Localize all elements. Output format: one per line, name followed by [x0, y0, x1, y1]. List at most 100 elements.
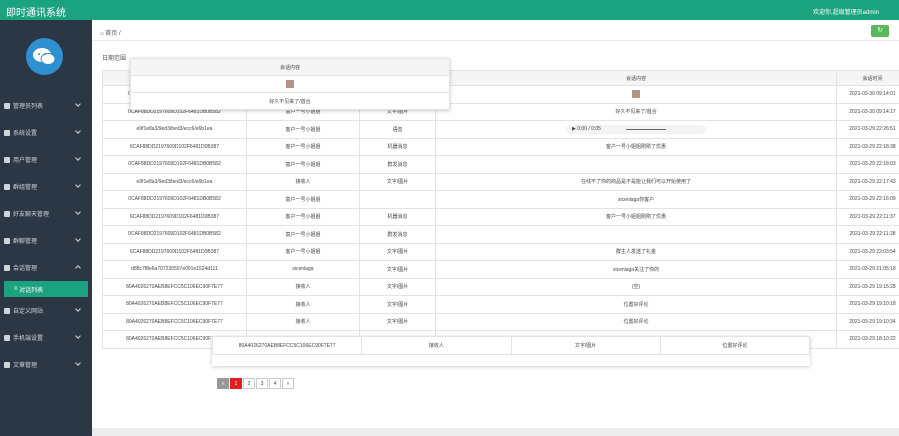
- user-welcome[interactable]: 欢迎你,超级管理员admin: [813, 7, 879, 16]
- table-row: 0CAF88DD2197609D102F6481DB0B582 富户一号小姐姐 群发…: [102, 155, 899, 174]
- table-cell: 文字/图片: [358, 242, 437, 261]
- table-row: 6CAF88DD2197609D102F6481D0B387 客户一号小姐姐 文字/…: [102, 242, 899, 261]
- page-button-1[interactable]: 1: [230, 378, 242, 389]
- table-cell: [435, 225, 837, 244]
- table-cell: 接收人: [245, 295, 361, 314]
- sidebar-item-7[interactable]: 自定义网站: [0, 297, 92, 324]
- table-row: 0CAF88DD2197609D102F6481DB0B582 富户一号小姐姐 si…: [102, 190, 899, 209]
- menu-icon: [4, 156, 10, 163]
- sidebar-item-label: 会话管理: [13, 266, 38, 272]
- table-cell: ▶ 0:00 / 0:05: [435, 120, 837, 139]
- sidebar-item-label: 管理员列表: [13, 104, 44, 110]
- chevron-down-icon: [75, 236, 81, 242]
- menu-icon: [4, 183, 10, 190]
- sidebar-item-0[interactable]: 管理员列表: [0, 92, 92, 119]
- table-cell: 2021-03-29 21:05:18: [836, 260, 899, 279]
- table-cell: (空): [435, 277, 837, 296]
- table-cell: 客户一号小姐姐刚刚了优惠: [435, 207, 837, 226]
- sidebar-item-3[interactable]: 群组管理: [0, 173, 92, 200]
- table-row: 0CAF88DD2197609D102F6481DB0B582 富户一号小姐姐 群发…: [102, 225, 899, 244]
- table-cell: 2021-03-29 22:17:43: [836, 172, 899, 191]
- sidebar-item-2[interactable]: 用户管理: [0, 146, 92, 173]
- image-thumbnail[interactable]: [632, 90, 641, 99]
- sidebar-subitem-active[interactable]: ≡ 对话列表: [4, 281, 88, 297]
- chevron-down-icon: [75, 101, 81, 107]
- popup-cell: 位置好评论: [659, 336, 810, 355]
- table-cell: 2021-03-29 19:15:28: [836, 277, 899, 296]
- table-cell: 2021-03-29 22:26:51: [836, 120, 899, 139]
- home-icon[interactable]: ⌂: [100, 31, 104, 37]
- row-popup: 80A4026270AEB8EFCC5C106EC90F7E77 接收人 文字/图片…: [212, 336, 810, 366]
- table-cell: 0CAF88DD2197609D102F6481DB0B582: [102, 225, 247, 244]
- chevron-down-icon: [75, 265, 81, 271]
- page-prev-button[interactable]: «: [217, 378, 229, 389]
- breadcrumb-home[interactable]: 首页: [105, 31, 117, 37]
- footer-strip: [92, 428, 899, 436]
- table-cell: 6CAF88DD2197609D102F6481D0B387: [102, 137, 247, 156]
- page-button-4[interactable]: 4: [269, 378, 281, 389]
- menu-icon: [4, 361, 10, 368]
- page-button-2[interactable]: 2: [243, 378, 255, 389]
- table-cell: 2021-03-29 22:03:54: [836, 242, 899, 261]
- top-bar: 即时通讯系统 欢迎你,超级管理员admin: [0, 0, 899, 20]
- table-cell: [358, 190, 437, 209]
- table-row: e9f1e8a3/9ed3/bed3/ecc6/e6b1ea 客户一号小姐姐 语音 ▶…: [102, 120, 899, 139]
- table-cell: 2021-03-29 18:10:22: [836, 330, 899, 349]
- table-cell: [435, 155, 837, 174]
- sidebar-subitem-label: 对话列表: [19, 287, 44, 294]
- refresh-icon: ↻: [877, 27, 883, 34]
- table-row: 80A4026270AEB8EFCC5C106EC90F7E77 接收人 文字/图片…: [102, 295, 899, 314]
- table-cell: 文字/图片: [358, 295, 437, 314]
- sidebar-item-8[interactable]: 手机端设置: [0, 324, 92, 351]
- sidebar-item-label: 文章管理: [13, 363, 38, 369]
- table-cell: 机器消息: [358, 207, 437, 226]
- breadcrumb-sep: /: [118, 31, 121, 37]
- table-cell: 在线不了你的商品是不是能让我们可以开始使用了: [435, 172, 837, 191]
- table-cell: 机器消息: [358, 137, 437, 156]
- table-cell: 6CAF88DD2197609D102F6481D0B387: [102, 207, 247, 226]
- sidebar-item-9[interactable]: 文章管理: [0, 351, 92, 378]
- table-cell: 群发消息: [358, 155, 437, 174]
- sidebar-item-6[interactable]: 会话管理: [0, 254, 92, 281]
- popup-cell: 80A4026270AEB8EFCC5C106EC90F7E77: [212, 336, 363, 355]
- sidebar-menu: 管理员列表系统设置用户管理群组管理好友聊天管理群聊管理会话管理 ≡ 对话列表 自定义…: [0, 92, 92, 378]
- table-cell: 客户一号小姐姐: [245, 120, 361, 139]
- refresh-button[interactable]: ↻: [871, 25, 889, 37]
- table-cell: sicenlaga关注了你的: [435, 260, 837, 279]
- table-cell: e9f1e8a3/9ed3/bed3/ecc6/e6b1ea: [102, 172, 247, 191]
- audio-player[interactable]: ▶ 0:00 / 0:05: [566, 124, 707, 134]
- page-button-3[interactable]: 3: [256, 378, 268, 389]
- menu-icon: [4, 237, 10, 244]
- popup-cell: 文字/图片: [510, 336, 661, 355]
- chat-logo-icon: [26, 38, 63, 75]
- sidebar-item-label: 好友聊天管理: [13, 212, 50, 218]
- column-header: 会话时间: [836, 70, 899, 86]
- chevron-down-icon: [75, 306, 81, 312]
- table-cell: 位置好评论: [435, 312, 837, 331]
- sidebar-item-label: 系统设置: [13, 131, 38, 137]
- table-cell: 富户一号小姐姐: [245, 155, 361, 174]
- table-cell: 客户一号小姐姐: [245, 242, 361, 261]
- audio-progress[interactable]: [626, 128, 667, 130]
- table-row: 80A4026270AEB8EFCC5C106EC90F7E77 接收人 文字/图片…: [102, 312, 899, 331]
- pagination: «1 2 3 4»: [217, 378, 295, 389]
- table-cell: 80A4026270AEB8EFCC5C106EC90F7E77: [102, 295, 247, 314]
- image-thumbnail[interactable]: [286, 80, 294, 88]
- sidebar-item-5[interactable]: 群聊管理: [0, 227, 92, 254]
- table-cell: 文字/图片: [358, 260, 437, 279]
- table-cell: 富户一号小姐姐: [245, 190, 361, 209]
- table-cell: 位置好评论: [435, 295, 837, 314]
- popup-text: 好久不见来了/首合: [130, 92, 450, 110]
- content-popup: 会话内容 好久不见来了/首合: [130, 58, 450, 110]
- table-row: 6CAF88DD2197609D102F6481D0B387 客户一号小姐姐 机器消…: [102, 207, 899, 226]
- table-cell: 文字/图片: [358, 277, 437, 296]
- sidebar-item-label: 群组管理: [13, 185, 38, 191]
- table-cell: 6CAF88DD2197609D102F6481D0B387: [102, 242, 247, 261]
- table-cell: 2021-03-29 22:16:09: [836, 190, 899, 209]
- sidebar-item-label: 手机端设置: [13, 336, 44, 342]
- popup-image[interactable]: [130, 75, 450, 93]
- page-next-button[interactable]: »: [282, 378, 294, 389]
- popup-header: 会话内容: [130, 58, 450, 76]
- sidebar-item-1[interactable]: 系统设置: [0, 119, 92, 146]
- sidebar-item-4[interactable]: 好友聊天管理: [0, 200, 92, 227]
